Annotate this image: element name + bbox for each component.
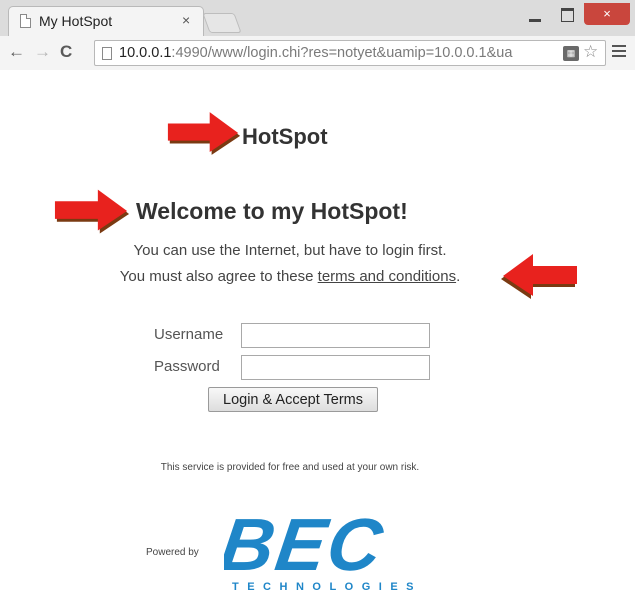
login-accept-button[interactable]: Login & Accept Terms [208,387,378,412]
tab-close-icon[interactable]: × [182,12,190,28]
powered-by-text: Powered by [146,547,199,558]
page-icon [20,14,31,28]
browser-toolbar: ← → C 10.0.0.1:4990/www/login.chi?res=no… [0,36,635,70]
page-title: HotSpot [242,124,328,149]
forward-arrow-icon[interactable]: → [34,42,51,62]
extension-icon[interactable]: ▦ [563,46,579,61]
red-arrow-icon [54,189,130,234]
disclaimer-text: This service is provided for free and us… [160,462,420,473]
hamburger-menu-icon[interactable] [612,45,626,59]
maximize-icon[interactable] [552,5,582,25]
page-icon [102,47,112,60]
window-close-icon[interactable]: × [584,3,630,25]
url-text[interactable]: 10.0.0.1:4990/www/login.chi?res=notyet&u… [119,45,559,61]
minimize-icon[interactable] [520,5,550,25]
new-tab-button[interactable] [202,13,242,33]
address-bar[interactable]: 10.0.0.1:4990/www/login.chi?res=notyet&u… [94,40,606,66]
reload-icon[interactable]: C [60,42,72,62]
tab-title: My HotSpot [39,13,113,29]
password-label: Password [154,358,220,375]
username-field[interactable] [241,323,430,348]
intro-text: You can use the Internet, but have to lo… [133,242,447,259]
bec-logo: BEC TECHNOLOGIES [224,510,422,593]
red-arrow-icon [167,112,241,155]
terms-text: You must also agree to these terms and c… [0,268,580,285]
tab-my-hotspot[interactable]: My HotSpot × [8,6,204,36]
password-field[interactable] [241,355,430,380]
welcome-heading: Welcome to my HotSpot! [136,198,408,224]
brand-tagline: TECHNOLOGIES [232,581,422,593]
terms-prefix: You must also agree to these [119,268,318,285]
tab-strip: My HotSpot × × [0,0,635,36]
brand-name: BEC [224,510,389,586]
browser-chrome: My HotSpot × × ← → C 10.0.0.1:4990/www/l… [0,0,635,70]
terms-suffix: . [456,268,461,285]
back-arrow-icon[interactable]: ← [8,42,25,62]
url-path: :4990/www/login.chi?res=notyet&uamip=10.… [171,45,513,61]
username-label: Username [154,326,224,343]
url-host: 10.0.0.1 [119,45,172,61]
terms-link[interactable]: terms and conditions [318,268,456,285]
bookmark-star-icon[interactable]: ☆ [583,42,598,62]
